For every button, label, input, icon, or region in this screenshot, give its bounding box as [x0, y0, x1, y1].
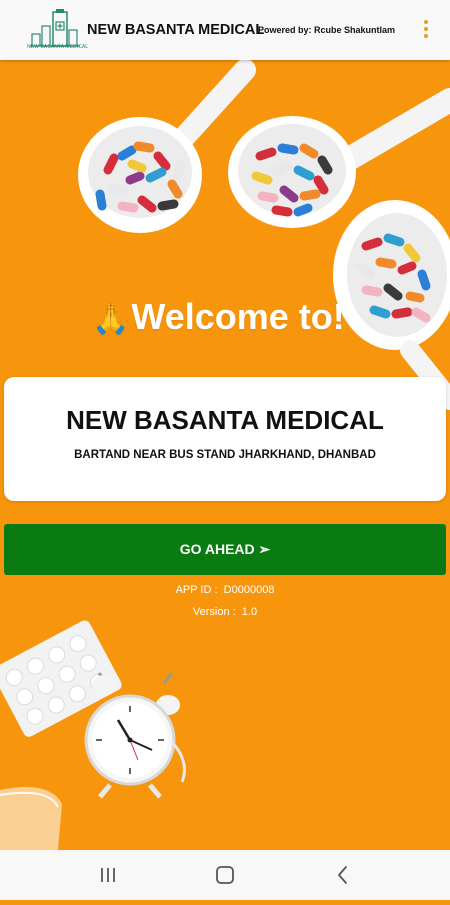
home-button[interactable]: [196, 850, 256, 900]
app-title: NEW BASANTA MEDICAL: [87, 22, 265, 38]
more-vert-icon[interactable]: [418, 18, 434, 42]
back-button[interactable]: [313, 850, 373, 900]
app-bar: NEW BASANTA MEDICAL NEW BASANTA MEDICAL …: [0, 0, 450, 60]
folded-hands-icon: 🙏: [92, 302, 130, 337]
welcome-heading: 🙏Welcome to!: [92, 296, 345, 338]
store-address: BARTAND NEAR BUS STAND JHARKHAND, DHANBA…: [74, 449, 376, 461]
system-nav-bar: [0, 850, 450, 900]
store-name: NEW BASANTA MEDICAL: [66, 405, 384, 435]
powered-by-text: Powered by: Rcube Shakuntlam: [258, 25, 396, 35]
logo-text: NEW BASANTA MEDICAL: [27, 44, 89, 50]
store-info-card: NEW BASANTA MEDICAL BARTAND NEAR BUS STA…: [4, 377, 446, 501]
back-icon: [338, 866, 347, 884]
app-id-text: APP ID : D0000008: [175, 584, 275, 596]
welcome-text: Welcome to!: [131, 296, 345, 337]
home-icon: [216, 866, 234, 884]
go-ahead-button[interactable]: GO AHEAD ➢: [4, 524, 446, 575]
version-text: Version : 1.0: [192, 606, 258, 618]
recent-apps-button[interactable]: [78, 850, 138, 900]
recent-apps-icon: [101, 868, 115, 882]
